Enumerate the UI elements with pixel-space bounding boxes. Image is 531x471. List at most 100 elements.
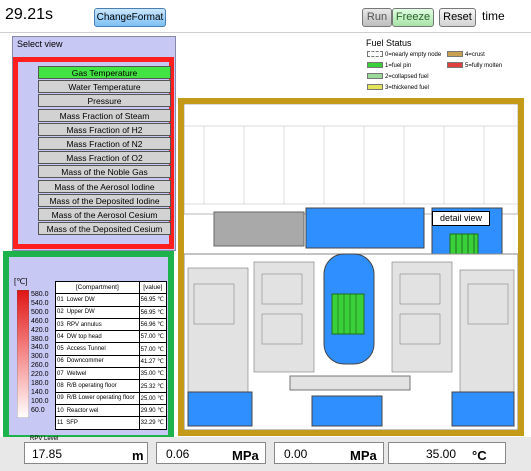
view-option[interactable]: Mass Fraction of N2 xyxy=(38,137,171,150)
view-option[interactable]: Mass of the Aerosol Cesium xyxy=(38,208,171,221)
compartment-value: 32.29 ℃ xyxy=(138,416,168,430)
compartment-name: SFP xyxy=(66,419,78,426)
compartment-name: Access Tunnel xyxy=(66,346,106,353)
compartment-name: R/B Lower operating floor xyxy=(66,395,135,402)
fuel-status-title: Fuel Status xyxy=(366,38,412,48)
compartment-value: 25.00 ℃ xyxy=(138,391,168,405)
scale-tick-label: 500.0 xyxy=(31,308,49,316)
fuel-legend-item: 4=crust xyxy=(447,51,485,59)
scale-tick-label: 580.0 xyxy=(31,291,49,298)
compartment-cell: 10 Reactor wel xyxy=(55,403,140,418)
compartment-cell: 03 RPV annulus xyxy=(55,317,140,332)
temperature-color-scale xyxy=(17,290,29,418)
fuel-legend-label: 2=collapsed fuel xyxy=(385,74,429,80)
table-row: 04 DW top head 57.00 ℃ xyxy=(55,330,168,344)
fuel-legend-label: 4=crust xyxy=(465,52,485,58)
compartment-id: 08 xyxy=(57,383,64,390)
compartment-id: 04 xyxy=(57,333,64,340)
value-header: [value] xyxy=(138,280,168,295)
compartment-id: 10 xyxy=(57,407,64,414)
scale-tick-label: 260.0 xyxy=(31,362,49,370)
scale-tick-label: 340.0 xyxy=(31,344,49,352)
reset-button[interactable]: Reset xyxy=(439,8,476,27)
readout-value: 0.00 xyxy=(284,447,308,461)
compartment-value: 56.95 ℃ xyxy=(138,293,168,307)
scale-tick-label: 60.0 xyxy=(31,406,45,414)
view-option[interactable]: Gas Temperature xyxy=(38,66,171,79)
table-row: 02 Upper DW 56.95 ℃ xyxy=(55,305,168,319)
freeze-button[interactable]: Freeze xyxy=(392,8,434,27)
table-header-row: [Compartment] [value] xyxy=(55,280,168,295)
compartment-cell: 05 Access Tunnel xyxy=(55,342,140,356)
compartment-name: DW top head xyxy=(66,333,102,340)
compartment-cell: 06 Downcommer xyxy=(55,354,140,369)
table-row: 08 R/B operating floor 25.32 ℃ xyxy=(55,379,168,393)
fuel-legend-item: 1=fuel pin xyxy=(367,62,411,70)
readout-unit: MPa xyxy=(350,448,377,463)
compartment-id: 02 xyxy=(57,309,64,316)
compartment-value: 56.95 ℃ xyxy=(138,305,168,319)
reactor-building-diagram xyxy=(184,104,518,430)
scale-tick-label: 100.0 xyxy=(31,397,49,405)
readout-unit: MPa xyxy=(232,448,259,463)
fuel-swatch xyxy=(447,51,463,58)
compartment-id: 09 xyxy=(57,395,64,402)
compartment-name: Downcommer xyxy=(66,358,104,365)
scale-tick-label: 460.0 xyxy=(31,317,49,325)
table-row: 05 Access Tunnel 57.00 ℃ xyxy=(55,342,168,356)
table-row: 07 Wetwel 35.00 ℃ xyxy=(55,367,168,381)
fuel-swatch xyxy=(367,84,383,91)
compartment-name: Lower DW xyxy=(66,296,95,303)
fuel-swatch xyxy=(447,62,463,69)
compartment-cell: 01 Lower DW xyxy=(55,293,140,307)
scale-tick-label: 540.0 xyxy=(31,299,49,307)
fuel-legend-label: 0=nearly empty node xyxy=(385,52,442,58)
readout-unit: °C xyxy=(472,448,487,463)
scale-tick-label: 300.0 xyxy=(31,353,49,361)
run-button[interactable]: Run xyxy=(362,8,392,27)
fuel-legend-item: 0=nearly empty node xyxy=(367,51,441,59)
readout-unit: m xyxy=(132,448,144,463)
fuel-legend-item: 3=thickened fuel xyxy=(367,84,429,92)
compartment-value: 56.96 ℃ xyxy=(138,317,168,332)
fuel-legend-item: 5=fully molten xyxy=(447,62,502,70)
compartment-id: 06 xyxy=(57,358,64,365)
scale-tick-label: 140.0 xyxy=(31,388,49,396)
compartment-value: 29.90 ℃ xyxy=(138,403,168,418)
compartment-cell: 07 Wetwel xyxy=(55,367,140,381)
view-option[interactable]: Mass Fraction of O2 xyxy=(38,151,171,165)
compartment-name: RPV annulus xyxy=(66,321,102,328)
compartment-value: 41.27 ℃ xyxy=(138,354,168,369)
compartment-id: 07 xyxy=(57,370,64,377)
readout-label: RPV Level xyxy=(30,436,59,442)
view-option[interactable]: Mass of the Deposited Cesium xyxy=(38,222,171,236)
view-option[interactable]: Pressure xyxy=(38,94,171,108)
scale-tick-label: 180.0 xyxy=(31,380,49,387)
scale-tick-label: 420.0 xyxy=(31,326,49,334)
change-format-button[interactable]: ChangeFormat xyxy=(94,8,166,27)
compartment-value: 25.32 ℃ xyxy=(138,379,168,393)
compartment-cell: 02 Upper DW xyxy=(55,305,140,319)
temperature-unit: [℃] xyxy=(14,277,28,286)
compartment-name: R/B operating floor xyxy=(66,383,117,390)
simulation-time: 29.21s xyxy=(5,6,54,23)
view-option[interactable]: Mass of the Aerosol Iodine xyxy=(38,179,171,193)
table-row: 10 Reactor wel 29.90 ℃ xyxy=(55,403,168,418)
compartment-id: 05 xyxy=(57,346,64,353)
fuel-legend-label: 5=fully molten xyxy=(465,63,503,69)
table-row: 03 RPV annulus 56.96 ℃ xyxy=(55,317,168,332)
view-option[interactable]: Water Temperature xyxy=(38,80,171,94)
table-row: 09 R/B Lower operating floor 25.00 ℃ xyxy=(55,391,168,405)
fuel-swatch xyxy=(367,51,383,58)
table-row: 06 Downcommer 41.27 ℃ xyxy=(55,354,168,369)
compartment-id: 03 xyxy=(57,321,64,328)
view-option[interactable]: Mass Fraction of H2 xyxy=(38,122,171,136)
detail-view-button[interactable]: detail view xyxy=(432,211,490,226)
fuel-swatch xyxy=(367,73,383,80)
view-option[interactable]: Mass Fraction of Steam xyxy=(38,108,171,122)
view-option[interactable]: Mass of the Noble Gas xyxy=(38,165,171,179)
fuel-swatch xyxy=(367,62,383,69)
compartment-id: 11 xyxy=(57,419,64,426)
readout-value: 35.00 xyxy=(426,447,457,461)
view-option[interactable]: Mass of the Deposited Iodine xyxy=(38,193,171,207)
